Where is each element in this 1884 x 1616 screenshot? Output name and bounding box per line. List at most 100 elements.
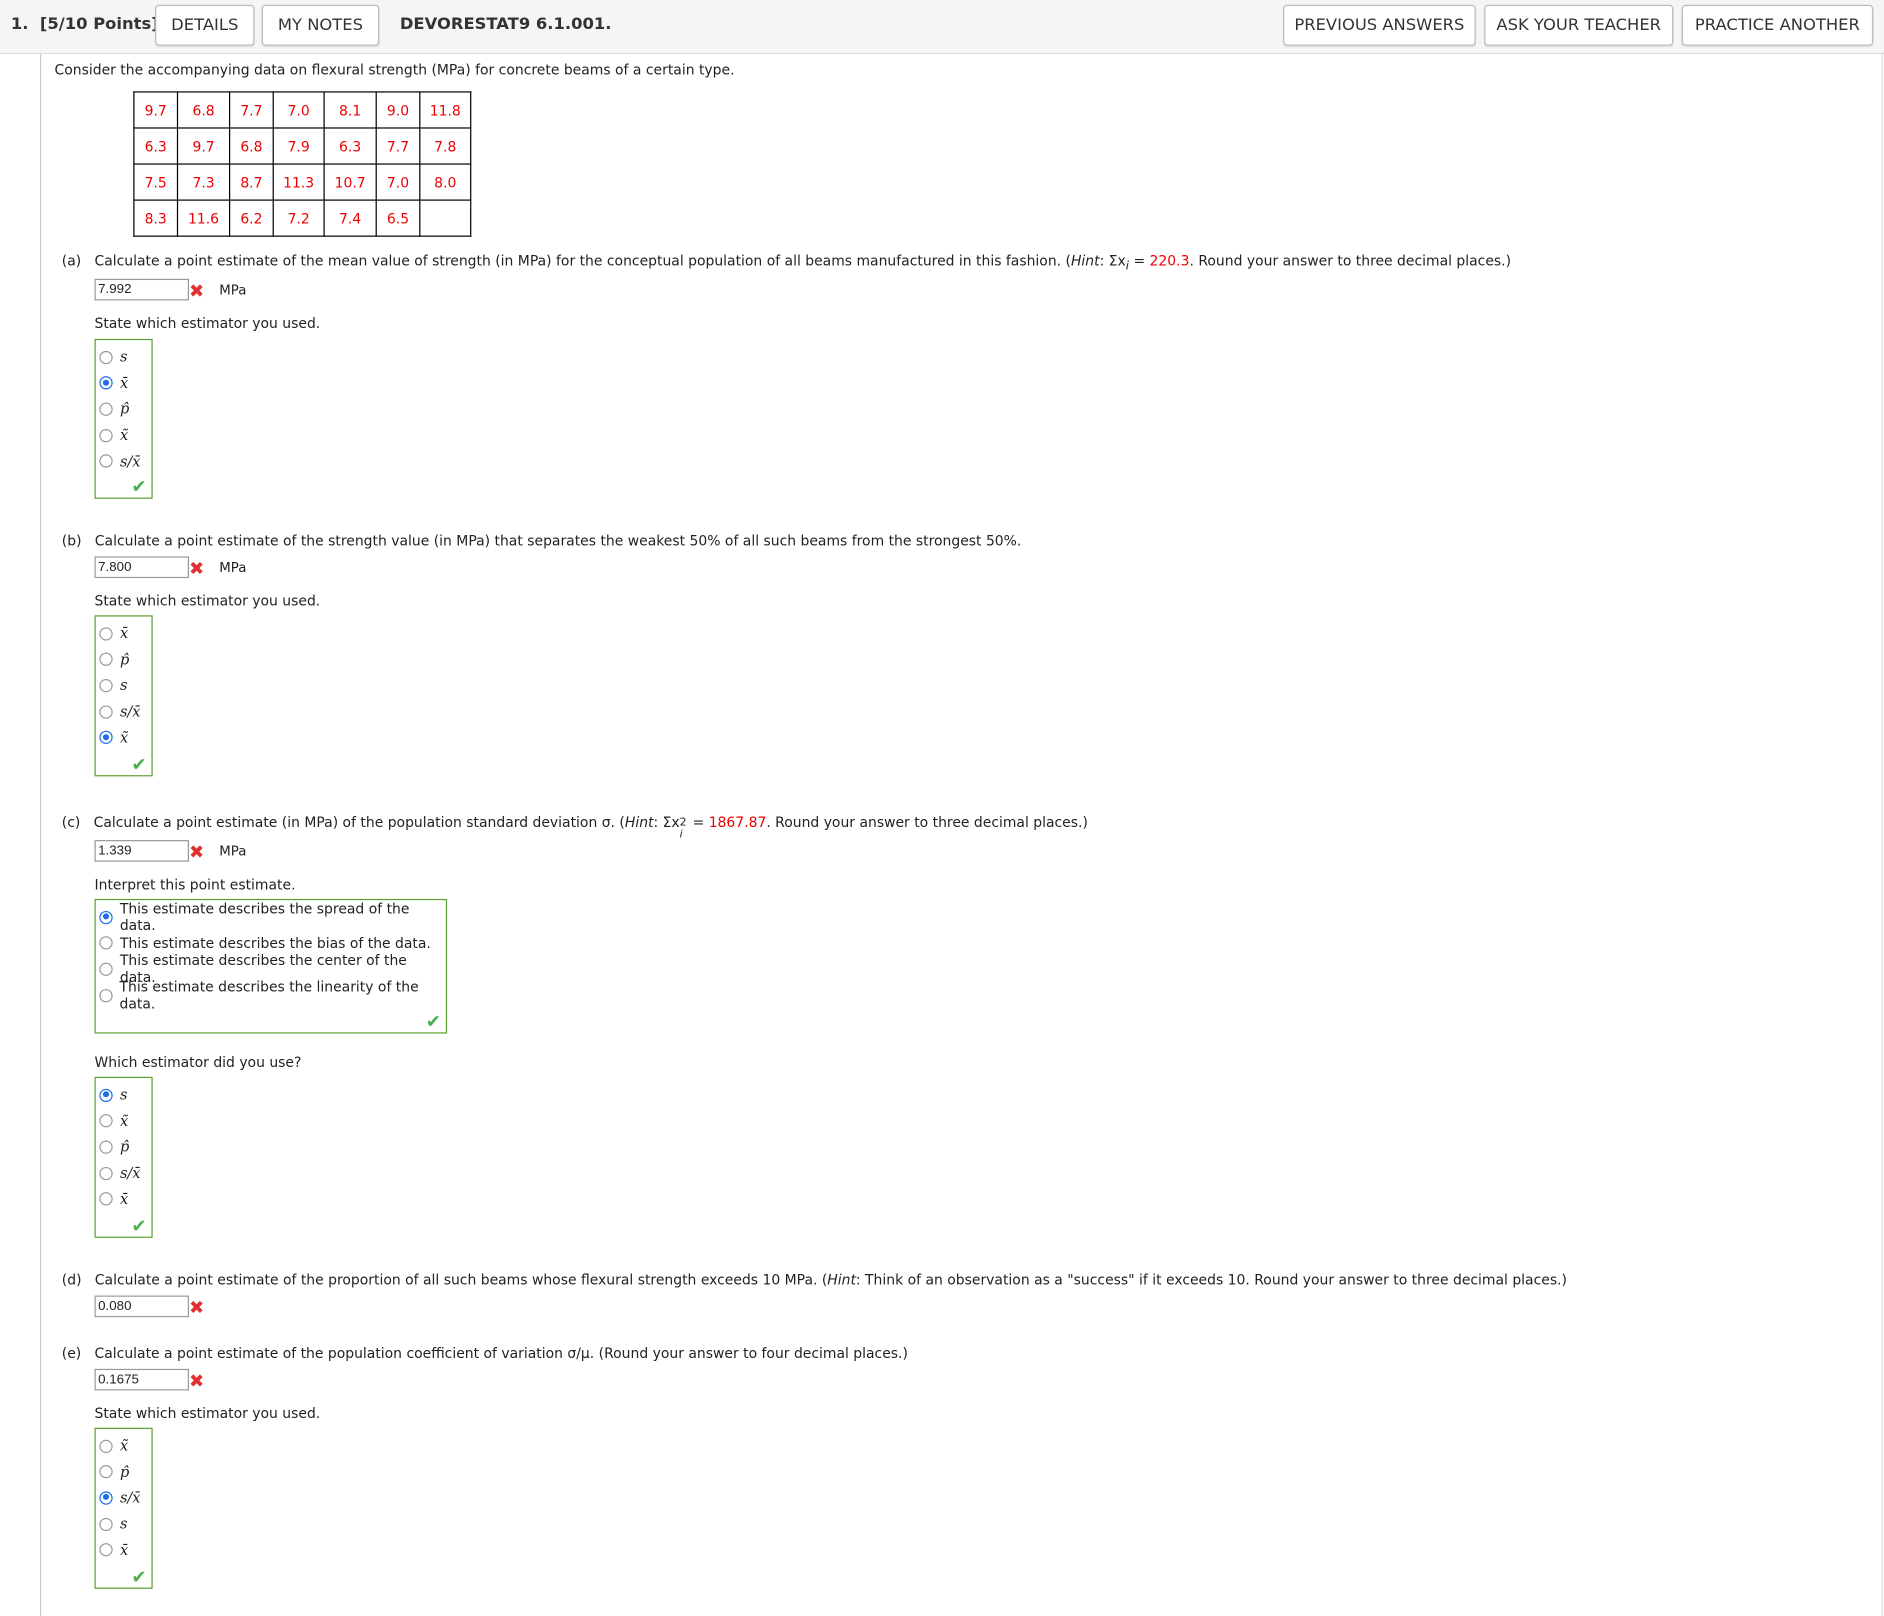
estimator-option[interactable]: x̃ xyxy=(99,1110,128,1132)
table-cell: 11.3 xyxy=(272,163,325,201)
option-label: s xyxy=(119,1515,128,1533)
ask-your-teacher-button[interactable]: ASK YOUR TEACHER xyxy=(1484,4,1674,46)
incorrect-icon: ✖ xyxy=(189,280,205,302)
radio-button[interactable] xyxy=(99,402,113,416)
incorrect-icon: ✖ xyxy=(189,1370,205,1392)
estimator-option[interactable]: s/x̄ xyxy=(99,1487,141,1509)
estimator-option[interactable]: p̂ xyxy=(99,1461,129,1483)
estimator-option[interactable]: s xyxy=(99,346,127,368)
my-notes-button[interactable]: MY NOTES xyxy=(261,4,380,46)
estimator-option[interactable]: x̃ xyxy=(99,1435,128,1457)
radio-button[interactable] xyxy=(99,376,113,390)
correct-check-icon: ✔ xyxy=(425,1010,442,1033)
part-e-question: (e) Calculate a point estimate of the po… xyxy=(61,1344,908,1362)
question-header: 1. [5/10 Points] DETAILS MY NOTES DEVORE… xyxy=(0,0,1884,55)
radio-button[interactable] xyxy=(99,626,113,640)
radio-button[interactable] xyxy=(99,704,113,719)
data-table: 9.7 6.8 7.7 7.0 8.1 9.0 11.8 6.3 9.7 6.8 7.9 6.3 7.7… xyxy=(133,91,472,237)
part-b-answer-input[interactable]: 7.800 xyxy=(94,556,190,579)
radio-button[interactable] xyxy=(99,1543,113,1557)
practice-another-button[interactable]: PRACTICE ANOTHER xyxy=(1681,4,1874,46)
radio-button[interactable] xyxy=(99,1517,113,1531)
part-b-estimator-group: x̄ p̂ s s/x̄ x̃ ✔ xyxy=(94,615,153,777)
option-label: This estimate describes the bias of the … xyxy=(119,934,431,952)
table-cell xyxy=(419,199,472,237)
part-e-answer-input[interactable]: 0.1675 xyxy=(94,1368,190,1391)
table-cell: 9.0 xyxy=(375,91,421,129)
table-cell: 6.8 xyxy=(228,127,274,165)
radio-button[interactable] xyxy=(99,678,113,693)
radio-button[interactable] xyxy=(99,350,113,364)
estimator-option[interactable]: p̂ xyxy=(99,649,129,671)
which-estimator-label: Which estimator did you use? xyxy=(94,1053,302,1071)
estimator-option[interactable]: This estimate describes the linearity of… xyxy=(99,978,446,1012)
radio-button[interactable] xyxy=(99,1088,113,1102)
radio-button[interactable] xyxy=(99,1465,113,1479)
estimator-option[interactable]: x̄ xyxy=(99,372,128,394)
table-cell: 6.5 xyxy=(375,199,421,237)
radio-button[interactable] xyxy=(99,936,113,950)
radio-button[interactable] xyxy=(99,731,113,745)
table-row: 7.5 7.3 8.7 11.3 10.7 7.0 8.0 xyxy=(133,163,472,201)
radio-button[interactable] xyxy=(99,652,113,667)
table-cell: 8.1 xyxy=(323,91,377,129)
radio-button[interactable] xyxy=(99,1140,113,1154)
table-cell: 7.7 xyxy=(228,91,274,129)
radio-button[interactable] xyxy=(99,1166,113,1180)
radio-button[interactable] xyxy=(99,910,113,924)
radio-button[interactable] xyxy=(99,1114,113,1128)
estimator-option[interactable]: p̂ xyxy=(99,398,129,420)
table-cell: 7.5 xyxy=(133,163,179,201)
intro-text: Consider the accompanying data on flexur… xyxy=(54,61,735,79)
option-label: x̄ xyxy=(119,374,129,392)
estimator-option[interactable]: This estimate describes the bias of the … xyxy=(99,932,431,954)
estimator-option[interactable]: x̄ xyxy=(99,623,128,645)
table-cell: 7.8 xyxy=(419,127,472,165)
previous-answers-button[interactable]: PREVIOUS ANSWERS xyxy=(1283,4,1476,46)
part-c-estimator-group: s x̃ p̂ s/x̄ x̄ ✔ xyxy=(94,1076,153,1238)
radio-button[interactable] xyxy=(99,1439,113,1453)
table-cell: 11.6 xyxy=(176,199,231,237)
part-a-answer-input[interactable]: 7.992 xyxy=(94,278,190,301)
option-label: x̄ xyxy=(119,1190,129,1208)
radio-button[interactable] xyxy=(99,962,113,976)
estimator-option[interactable]: s xyxy=(99,1513,127,1535)
part-d-answer-input[interactable]: 0.080 xyxy=(94,1295,190,1318)
estimator-option[interactable]: s xyxy=(99,675,127,697)
estimator-option[interactable]: x̃ xyxy=(99,424,128,446)
estimator-option[interactable]: p̂ xyxy=(99,1136,129,1158)
radio-button[interactable] xyxy=(99,428,113,442)
table-cell: 7.3 xyxy=(176,163,231,201)
estimator-option[interactable]: s/x̄ xyxy=(99,701,141,723)
radio-button[interactable] xyxy=(99,1192,113,1206)
details-button[interactable]: DETAILS xyxy=(155,4,255,46)
table-cell: 9.7 xyxy=(133,91,179,129)
estimator-option[interactable]: This estimate describes the center of th… xyxy=(99,952,446,986)
option-label: p̂ xyxy=(119,1138,130,1156)
estimator-option[interactable]: x̄ xyxy=(99,1539,128,1561)
incorrect-icon: ✖ xyxy=(189,557,205,580)
option-label: This estimate describes the linearity of… xyxy=(119,978,419,1013)
estimator-option[interactable]: s/x̄ xyxy=(99,1162,141,1184)
part-c-answer-input[interactable]: 1.339 xyxy=(94,840,190,862)
radio-button[interactable] xyxy=(99,454,113,468)
radio-button[interactable] xyxy=(99,988,113,1002)
table-cell: 6.2 xyxy=(228,199,274,237)
option-label: x̄ xyxy=(119,624,129,642)
estimator-option[interactable]: x̄ xyxy=(99,1188,128,1210)
part-b-question: (b) Calculate a point estimate of the st… xyxy=(61,532,1022,550)
state-estimator-label: State which estimator you used. xyxy=(94,1404,321,1422)
table-cell: 6.8 xyxy=(176,91,231,129)
correct-check-icon: ✔ xyxy=(131,753,147,776)
correct-check-icon: ✔ xyxy=(131,475,147,498)
part-a-estimator-group: s x̄ p̂ x̃ s/x̄ ✔ xyxy=(94,338,153,499)
incorrect-icon: ✖ xyxy=(189,841,205,863)
estimator-option[interactable]: x̃ xyxy=(99,727,128,749)
table-cell: 10.7 xyxy=(323,163,377,201)
table-cell: 8.7 xyxy=(228,163,274,201)
estimator-option[interactable]: s/x̄ xyxy=(99,450,141,472)
estimator-option[interactable]: s xyxy=(99,1084,127,1106)
estimator-option[interactable]: This estimate describes the spread of th… xyxy=(99,900,446,934)
radio-button[interactable] xyxy=(99,1491,113,1505)
table-row: 9.7 6.8 7.7 7.0 8.1 9.0 11.8 xyxy=(133,91,472,129)
